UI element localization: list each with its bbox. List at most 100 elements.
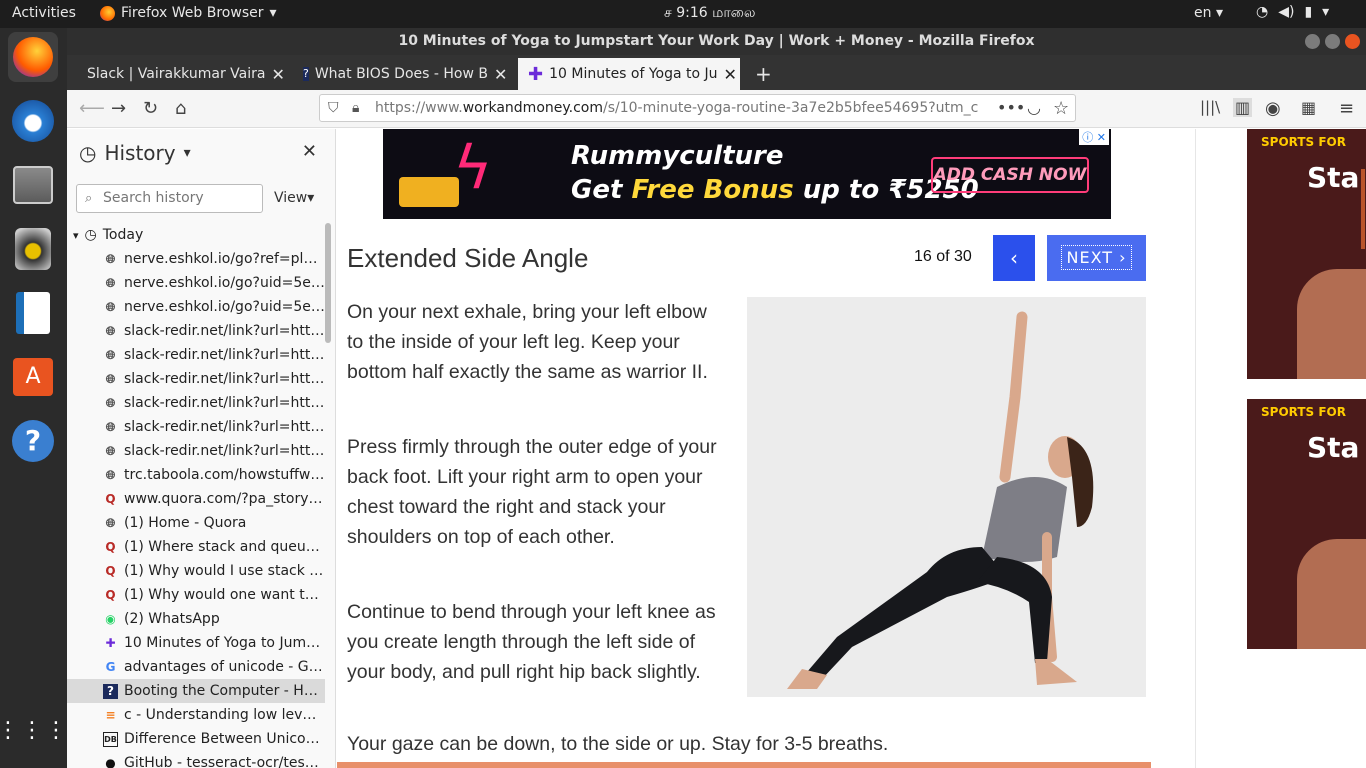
dock-thunderbird[interactable] [8, 96, 58, 146]
dock: A ? ⋮⋮⋮ [0, 28, 67, 768]
sidebar-header[interactable]: ◷ History ▾ [79, 141, 191, 165]
history-item[interactable]: 🌐︎ (1) Home - Quora [67, 511, 325, 535]
close-window-button[interactable] [1345, 34, 1360, 49]
search-placeholder: Search history [103, 190, 204, 206]
history-item[interactable]: Q (1) Why would one want to u... [67, 583, 325, 607]
paragraph-4: Your gaze can be down, to the side or up… [347, 733, 889, 755]
home-button[interactable]: ⌂ [175, 98, 186, 119]
globe-icon: 🌐︎ [105, 251, 116, 266]
new-tab-button[interactable]: + [745, 58, 775, 90]
forward-button[interactable]: → [111, 98, 126, 119]
document-icon [16, 292, 50, 334]
globe-icon: 🌐︎ [105, 395, 116, 410]
account-icon[interactable]: ◉ [1265, 98, 1281, 119]
activities-button[interactable]: Activities [12, 5, 76, 21]
globe-icon: 🌐︎ [105, 419, 116, 434]
ad-close-icon[interactable]: ⓘ ✕ [1079, 129, 1109, 145]
tab-yoga[interactable]: ✚ 10 Minutes of Yoga to Ju ✕ [518, 58, 740, 90]
paragraph-1: On your next exhale, bring your left elb… [347, 301, 708, 383]
previous-button[interactable]: ‹ [993, 235, 1035, 281]
shopping-bag-icon: A [13, 358, 53, 396]
show-applications-button[interactable]: ⋮⋮⋮ [0, 706, 67, 756]
system-tray[interactable]: ◔ ◀) ▮ ▾ [1256, 4, 1329, 20]
close-tab-icon[interactable]: ✕ [271, 65, 284, 84]
history-item[interactable]: 🌐︎ nerve.eshkol.io/go?ref=pl&h... [67, 247, 325, 271]
history-item[interactable]: ? Booting the Computer - How... [67, 679, 325, 703]
url-bar[interactable]: ⛉ 🔒︎ https://www.workandmoney.com/s/10-m… [319, 94, 1076, 122]
dock-software[interactable]: A [8, 352, 58, 402]
minimize-button[interactable] [1305, 34, 1320, 49]
pocket-icon[interactable]: ◡ [1027, 98, 1041, 117]
github-icon: ● [105, 756, 116, 768]
wifi-icon: ◔ [1256, 4, 1269, 20]
history-item[interactable]: 🌐︎ slack-redir.net/link?url=http... [67, 319, 325, 343]
dock-help[interactable]: ? [8, 416, 58, 466]
dock-firefox[interactable] [8, 32, 58, 82]
google-icon: G [105, 660, 116, 674]
quora-icon: Q [105, 588, 116, 602]
history-item-label: slack-redir.net/link?url=http... [124, 323, 325, 339]
next-button[interactable]: NEXT › [1047, 235, 1146, 281]
history-item[interactable]: 🌐︎ nerve.eshkol.io/go?uid=5e1... [67, 271, 325, 295]
clock[interactable]: ச 9:16 மாலை [664, 5, 756, 23]
history-item-label: slack-redir.net/link?url=http... [124, 419, 325, 435]
history-item-label: (1) Why would one want to u... [124, 587, 325, 603]
view-dropdown[interactable]: View▾ [274, 190, 314, 206]
history-item[interactable]: 🌐︎ slack-redir.net/link?url=http... [67, 391, 325, 415]
history-item[interactable]: 🌐︎ slack-redir.net/link?url=http... [67, 343, 325, 367]
globe-icon: 🌐︎ [105, 347, 116, 362]
history-item[interactable]: Q (1) Why would I use stack ins... [67, 559, 325, 583]
lock-icon: 🔒︎ [352, 100, 360, 116]
history-item[interactable]: DB Difference Between Unicod... [67, 727, 325, 751]
tab-slack[interactable]: Slack | Vairakkumar Vaira ✕ [71, 58, 289, 90]
sidebar-toggle-icon[interactable]: ▥ [1233, 98, 1253, 117]
page-scrollbar[interactable] [1361, 169, 1365, 249]
bookmark-star-icon[interactable]: ☆ [1053, 98, 1069, 119]
library-icon[interactable]: |||\ [1200, 98, 1220, 116]
app-menu[interactable]: Firefox Web Browser ▾ [100, 5, 277, 21]
back-button[interactable]: ⟵ [79, 98, 105, 119]
firefox-icon [13, 37, 53, 77]
dock-writer[interactable] [8, 288, 58, 338]
history-item[interactable]: ● GitHub - tesseract-ocr/tessd... [67, 751, 325, 768]
tab-bios[interactable]: ? What BIOS Does - How B ✕ [293, 58, 515, 90]
history-item[interactable]: 🌐︎ trc.taboola.com/howstuffwo... [67, 463, 325, 487]
window-title-bar[interactable]: 10 Minutes of Yoga to Jumpstart Your Wor… [67, 28, 1366, 55]
tab-strip: Slack | Vairakkumar Vaira ✕ ? What BIOS … [67, 55, 1366, 90]
history-item[interactable]: 🌐︎ slack-redir.net/link?url=http... [67, 415, 325, 439]
globe-icon: 🌐︎ [105, 371, 116, 386]
plus-icon: + [755, 62, 772, 86]
close-tab-icon[interactable]: ✕ [494, 65, 507, 84]
close-tab-icon[interactable]: ✕ [724, 65, 737, 84]
search-history-input[interactable]: ⌕ Search history [76, 184, 263, 213]
history-sidebar: ◷ History ▾ ✕ ⌕ Search history View▾ ▾ ◷… [67, 129, 336, 768]
sidebar-scrollbar[interactable] [325, 223, 331, 343]
window-title: 10 Minutes of Yoga to Jumpstart Your Wor… [398, 33, 1035, 49]
ad-cta-button[interactable]: ADD CASH NOW [931, 157, 1089, 193]
close-sidebar-button[interactable]: ✕ [302, 141, 317, 162]
today-group[interactable]: ▾ ◷ Today [73, 227, 143, 243]
history-item[interactable]: Q (1) Where stack and queue u... [67, 535, 325, 559]
menu-icon[interactable]: ≡ [1339, 98, 1354, 119]
history-item[interactable]: ✚ 10 Minutes of Yoga to Jump... [67, 631, 325, 655]
dock-files[interactable] [8, 160, 58, 210]
dock-rhythmbox[interactable] [8, 224, 58, 274]
extensions-icon[interactable]: ▦ [1301, 98, 1316, 117]
language-indicator[interactable]: en ▾ [1194, 5, 1223, 21]
history-item[interactable]: 🌐︎ nerve.eshkol.io/go?uid=5e1... [67, 295, 325, 319]
history-item[interactable]: Gadvantages of unicode - Goo... [67, 655, 325, 679]
history-item[interactable]: 🌐︎ slack-redir.net/link?url=http... [67, 367, 325, 391]
reload-button[interactable]: ↻ [143, 98, 158, 119]
banner-ad[interactable]: ϟ Rummyculture Get Free Bonus up to ₹525… [383, 129, 1111, 219]
shield-icon: ⛉ [328, 100, 339, 116]
history-item[interactable]: Qwww.quora.com/?pa_story=... [67, 487, 325, 511]
side-ad[interactable]: SPORTS FOR Sta [1247, 399, 1366, 649]
side-ad[interactable]: SPORTS FOR Sta [1247, 129, 1366, 379]
howstuffworks-icon: ? [303, 67, 309, 81]
history-item[interactable]: 🌐︎ slack-redir.net/link?url=http... [67, 439, 325, 463]
history-item[interactable]: ≡ c - Understanding low level f... [67, 703, 325, 727]
maximize-button[interactable] [1325, 34, 1340, 49]
page-actions-icon[interactable]: ••• [997, 98, 1025, 117]
history-item[interactable]: ◉ (2) WhatsApp [67, 607, 325, 631]
ad-brand: Rummyculture [571, 141, 784, 171]
